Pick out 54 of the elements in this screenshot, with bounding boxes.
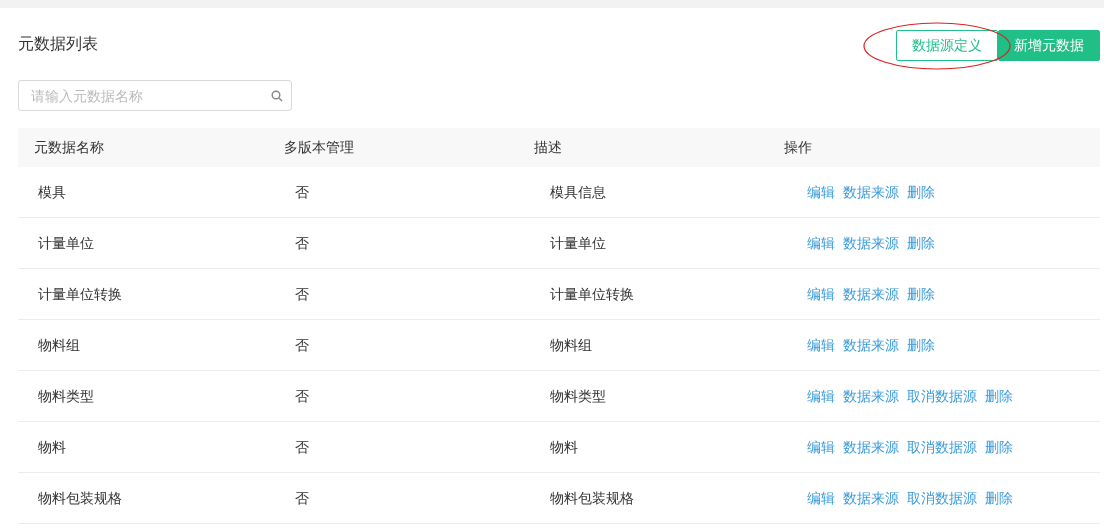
action-link[interactable]: 编辑 [807,232,835,254]
table-cell: 物料类型 [550,387,606,404]
define-button[interactable]: 数据源定义 [896,30,998,61]
table-cell: 模具 [38,183,66,200]
table-cell: 否 [295,234,309,251]
table-cell: 物料组 [550,336,592,353]
action-link[interactable]: 删除 [907,181,935,203]
action-link[interactable]: 取消数据源 [907,487,977,509]
table-cell: 物料组 [38,336,80,353]
table-cell: 计量单位转换 [550,285,634,302]
search-icon [271,90,283,102]
page-title: 元数据列表 [18,34,98,54]
table-cell: 否 [295,387,309,404]
action-link[interactable]: 取消数据源 [907,385,977,407]
action-link[interactable]: 取消数据源 [907,436,977,458]
column-header: 元数据名称 [34,139,104,155]
action-link[interactable]: 数据来源 [843,487,899,509]
action-link[interactable]: 数据来源 [843,385,899,407]
table-cell: 否 [295,336,309,353]
action-link[interactable]: 编辑 [807,487,835,509]
action-link[interactable]: 数据来源 [843,232,899,254]
table-cell: 否 [295,285,309,302]
action-link[interactable]: 编辑 [807,436,835,458]
action-link[interactable]: 删除 [985,487,1013,509]
column-header: 操作 [784,139,812,155]
table-cell: 物料 [550,438,578,455]
action-link[interactable]: 删除 [985,436,1013,458]
action-link[interactable]: 删除 [907,283,935,305]
table-cell: 计量单位 [38,234,94,251]
table-cell: 模具信息 [550,183,606,200]
table-cell: 物料包装规格 [550,489,634,506]
column-header: 多版本管理 [284,139,354,155]
table-cell: 计量单位 [550,234,606,251]
table-cell: 计量单位转换 [38,285,122,302]
search-field[interactable]: 请输入元数据名称 [18,80,292,111]
action-link[interactable]: 编辑 [807,334,835,356]
action-link[interactable]: 编辑 [807,283,835,305]
action-link[interactable]: 删除 [985,385,1013,407]
action-link[interactable]: 删除 [907,232,935,254]
action-link[interactable]: 数据来源 [843,283,899,305]
table-cell: 物料 [38,438,66,455]
table-cell: 物料包装规格 [38,489,122,506]
table-cell: 否 [295,489,309,506]
table-cell: 否 [295,438,309,455]
action-link[interactable]: 编辑 [807,181,835,203]
add-button[interactable]: 新增元数据 [998,30,1100,61]
action-link[interactable]: 编辑 [807,385,835,407]
action-link[interactable]: 删除 [907,334,935,356]
column-header: 描述 [534,139,562,155]
action-link[interactable]: 数据来源 [843,334,899,356]
action-link[interactable]: 数据来源 [843,181,899,203]
table-cell: 否 [295,183,309,200]
table-cell: 物料类型 [38,387,94,404]
action-link[interactable]: 数据来源 [843,436,899,458]
